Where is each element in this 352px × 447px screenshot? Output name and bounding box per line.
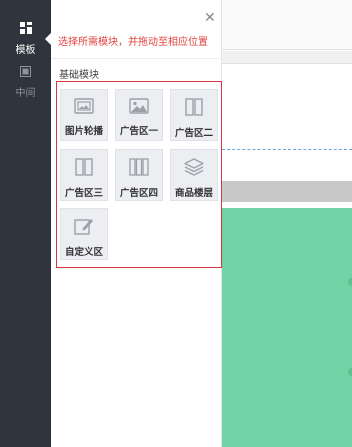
resize-handle[interactable] [348,278,352,286]
resize-handle[interactable] [348,368,352,376]
edit-icon [74,209,94,239]
module-label: 自定义区 [64,247,103,258]
section-title: 基础模块 [59,70,99,81]
close-icon[interactable]: ✕ [204,11,216,25]
three-column-icon [129,150,149,180]
editor-green-block[interactable] [222,208,352,447]
module-ad-area-2[interactable]: 广告区二 [170,89,218,141]
module-label: 广告区四 [119,188,158,199]
rail-item-template[interactable]: 模板 [0,19,51,56]
module-custom-area[interactable]: 自定义区 [60,208,108,260]
module-label: 商品楼层 [174,188,213,199]
module-grid: 图片轮播 广告区一 广告区二 广告区三 广告区四 商品楼层 自定义区 [56,81,222,268]
image-icon [129,90,149,118]
template-grid-icon [19,19,32,38]
panel-hint: 选择所需模块，并拖动至相应位置 [58,37,208,48]
rail-item-middle-label: 中间 [15,88,36,99]
layers-icon [184,150,204,180]
rail-item-template-label: 模板 [15,45,36,56]
two-column-icon [184,90,204,120]
divider [51,58,222,59]
image-carousel-icon [74,90,94,118]
module-ad-area-4[interactable]: 广告区四 [115,149,163,201]
editor-subbar [222,51,352,64]
editor-canvas [222,0,352,447]
module-ad-area-3[interactable]: 广告区三 [60,149,108,201]
module-product-floor[interactable]: 商品楼层 [170,149,218,201]
two-column-icon [74,150,94,180]
left-rail: 模板 中间 [0,0,52,447]
module-ad-area-1[interactable]: 广告区一 [115,89,163,141]
module-image-carousel[interactable]: 图片轮播 [60,89,108,141]
editor-gray-strip [222,181,352,202]
module-label: 广告区三 [64,188,103,199]
layout-box-icon [20,62,31,81]
drop-guide-line [222,149,352,150]
module-label: 图片轮播 [64,126,103,137]
module-panel: ✕ 选择所需模块，并拖动至相应位置 基础模块 图片轮播 广告区一 广告区二 广告… [51,0,222,447]
editor-topbar [222,0,352,50]
module-label: 广告区二 [174,128,213,139]
module-label: 广告区一 [119,126,158,137]
rail-item-middle[interactable]: 中间 [0,62,51,99]
